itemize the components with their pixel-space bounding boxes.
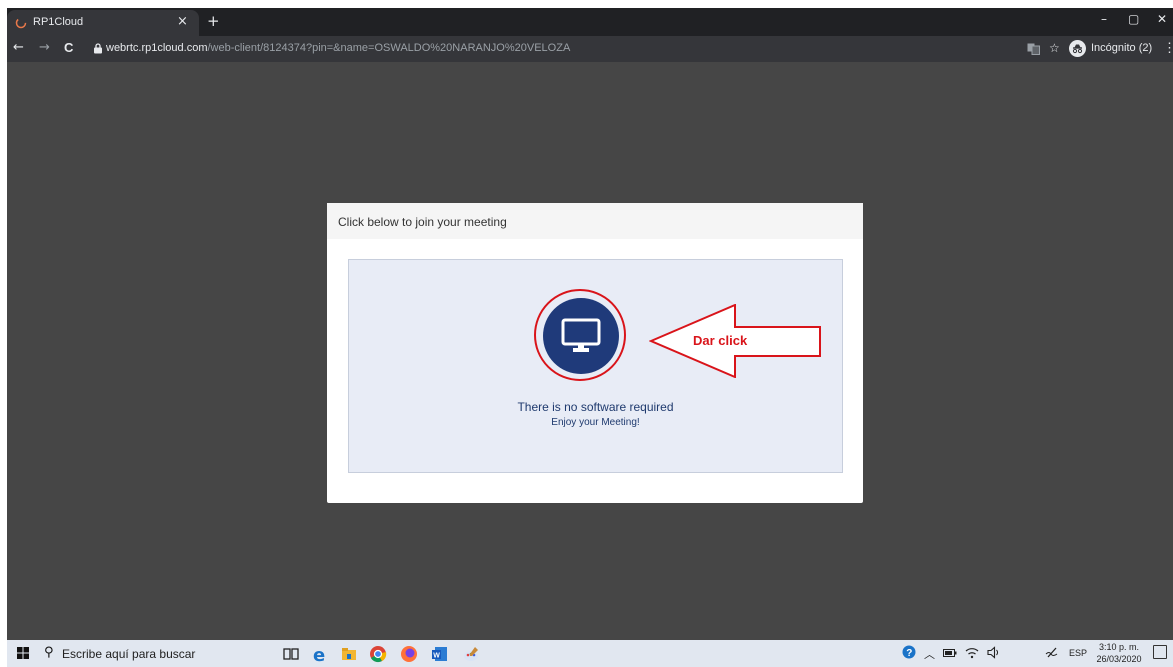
help-icon[interactable]: ? (902, 645, 916, 659)
tab-rp1cloud[interactable]: RP1Cloud × (7, 10, 199, 36)
windows-start-icon[interactable] (17, 647, 29, 659)
incognito-icon (1069, 40, 1086, 57)
dialog-title: Click below to join your meeting (338, 215, 507, 229)
taskbar-search-input[interactable]: Escribe aquí para buscar (62, 647, 195, 661)
language-indicator[interactable]: ESP (1069, 648, 1087, 658)
dialog-header: Click below to join your meeting (327, 203, 863, 239)
incognito-label: Incógnito (2) (1091, 42, 1153, 54)
new-tab-button[interactable]: + (207, 12, 220, 30)
annotation-circle (534, 289, 626, 381)
close-window-button[interactable]: ✕ (1157, 12, 1167, 26)
bookmark-star-icon[interactable]: ☆ (1049, 41, 1060, 55)
clock-time: 3:10 p. m. (1098, 642, 1140, 652)
screen: RP1Cloud × + – ▢ ✕ ← → C webrtc.rp1cloud… (7, 8, 1173, 667)
rp1cloud-favicon-icon (15, 17, 27, 29)
annotation-arrow-icon: Dar click (649, 304, 821, 378)
paint-icon[interactable] (462, 645, 480, 663)
tab-title: RP1Cloud (33, 16, 84, 28)
enjoy-message: Enjoy your Meeting! (551, 417, 640, 428)
restore-button[interactable]: ▢ (1128, 12, 1139, 26)
wifi-icon[interactable] (965, 646, 979, 659)
svg-text:e: e (313, 645, 325, 663)
translate-icon[interactable] (1027, 43, 1040, 55)
browser-menu-icon[interactable]: ⋮ (1163, 40, 1173, 56)
reload-button[interactable]: C (64, 40, 73, 55)
tab-strip: RP1Cloud × + – ▢ ✕ (7, 8, 1173, 36)
no-software-message: There is no software required (517, 400, 674, 414)
edge-icon[interactable]: e (311, 645, 329, 663)
system-clock[interactable]: 3:10 p. m. 26/03/2020 (1092, 641, 1146, 665)
svg-text:W: W (433, 653, 440, 660)
browser-toolbar: ← → C webrtc.rp1cloud.com/web-client/812… (7, 36, 1173, 62)
url-host: webrtc.rp1cloud.com (106, 42, 208, 54)
search-icon[interactable]: ⚲ (44, 645, 54, 660)
incognito-indicator[interactable]: Incógnito (2) (1069, 40, 1157, 58)
word-icon[interactable]: W (431, 645, 449, 663)
task-view-icon[interactable] (282, 645, 300, 663)
minimize-button[interactable]: – (1101, 12, 1107, 26)
volume-icon[interactable] (987, 646, 1001, 659)
windows-taskbar: ⚲ Escribe aquí para buscar e W ? ︿ ESP 3… (7, 640, 1173, 667)
battery-icon[interactable] (943, 649, 957, 657)
page-content: Click below to join your meeting Dar cli… (7, 62, 1173, 640)
address-bar[interactable]: webrtc.rp1cloud.com/web-client/8124374?p… (106, 42, 570, 54)
svg-text:?: ? (906, 648, 912, 659)
show-hidden-icons-icon[interactable]: ︿ (924, 646, 935, 662)
join-panel: Dar click There is no software required … (348, 259, 843, 473)
url-path: /web-client/8124374?pin=&name=OSWALDO%20… (207, 42, 571, 54)
chrome-icon[interactable] (369, 645, 387, 663)
file-explorer-icon[interactable] (340, 645, 358, 663)
forward-button[interactable]: → (39, 40, 50, 55)
clock-date: 26/03/2020 (1096, 654, 1142, 664)
lock-icon[interactable] (93, 43, 103, 54)
annotation-label: Dar click (693, 333, 748, 348)
tab-close-icon[interactable]: × (177, 14, 188, 29)
action-center-icon[interactable] (1153, 645, 1167, 659)
firefox-icon[interactable] (400, 645, 418, 663)
join-meeting-dialog: Click below to join your meeting Dar cli… (327, 203, 863, 503)
back-button[interactable]: ← (13, 40, 24, 55)
pen-ink-icon[interactable] (1045, 645, 1059, 659)
